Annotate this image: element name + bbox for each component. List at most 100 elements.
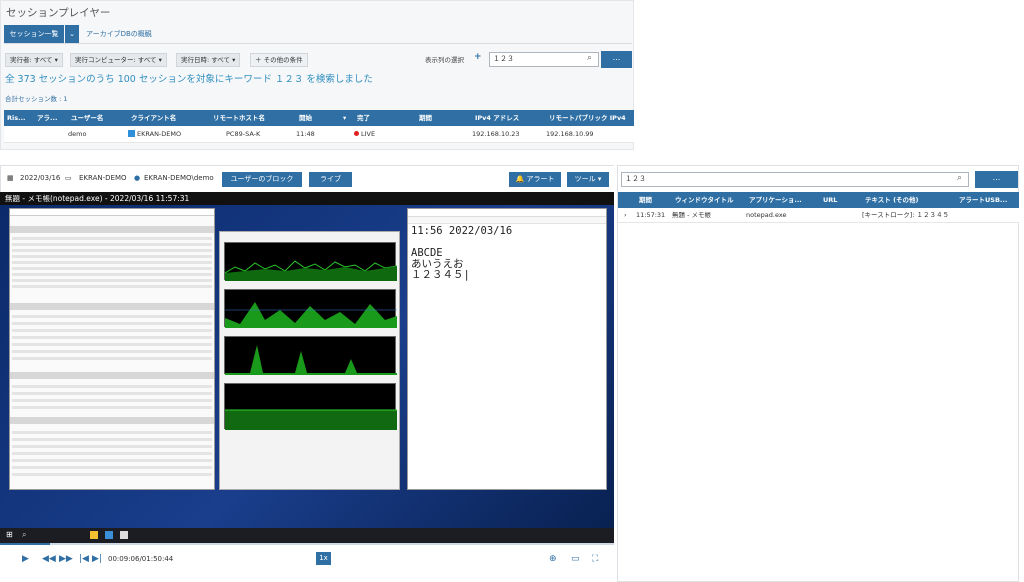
live-button[interactable]: ライブ: [309, 172, 352, 187]
disk-graph: [224, 289, 397, 328]
cell-client: EKRAN-DEMO: [128, 126, 181, 143]
activity-row[interactable]: › 11:57:31 無題 - メモ帳 notepad.exe [キーストローク…: [618, 208, 1019, 223]
notepad-taskbar-icon: [120, 531, 128, 539]
network-graph: [224, 336, 397, 375]
activity-search-icon[interactable]: ⌕: [957, 173, 962, 183]
activity-window: 無題 - メモ帳: [672, 211, 711, 219]
block-user-button[interactable]: ユーザーのブロック: [222, 172, 302, 187]
process-row: [12, 431, 212, 434]
windows-icon: [128, 130, 135, 137]
video-window-title: 無題 - メモ帳(notepad.exe) - 2022/03/16 11:57…: [0, 192, 614, 205]
tab-archive[interactable]: アーカイブDBの概観: [86, 25, 152, 43]
process-row: [12, 237, 212, 240]
process-row: [12, 279, 212, 282]
task-manager-window: [9, 208, 215, 490]
more-conditions-button[interactable]: ＋ その他の条件: [250, 53, 308, 67]
skip-forward-icon[interactable]: ▶|: [92, 554, 102, 564]
folder-icon: [90, 531, 98, 539]
col-remote-host[interactable]: リモートホスト名: [210, 110, 294, 126]
tools-button[interactable]: ツール ▾: [567, 172, 609, 187]
skip-back-icon[interactable]: |◀: [79, 554, 89, 564]
zoom-icon[interactable]: ⊕: [549, 554, 557, 564]
process-row: [12, 385, 212, 388]
col-end[interactable]: 完了: [354, 110, 414, 126]
user-icon: ●: [134, 174, 141, 182]
player-toolbar: ▦ 2022/03/16 ▭ EKRAN-DEMO ● EKRAN-DEMO\d…: [1, 166, 615, 193]
process-row: [12, 392, 212, 395]
notepad-titlebar: [408, 209, 606, 217]
search-summary: 全 373 セッションのうち 100 セッションを対象にキーワード １２３ を検…: [5, 74, 373, 85]
sort-icon[interactable]: ▾: [340, 110, 352, 126]
fullscreen-icon[interactable]: ⛶: [592, 554, 598, 564]
disk-section: [10, 303, 214, 310]
process-row: [12, 261, 212, 264]
activity-search-input[interactable]: １２３: [621, 172, 969, 187]
col-start[interactable]: 開始: [296, 110, 336, 126]
activity-table-header: 期間 ウィンドウタイトル アプリケーショ... URL テキスト (その他) ア…: [618, 192, 1019, 208]
activity-options-button[interactable]: ...: [975, 171, 1018, 188]
col-ipv4[interactable]: IPv4 アドレス: [472, 110, 542, 126]
network-graph-svg: [225, 345, 397, 375]
col-application[interactable]: アプリケーショ...: [746, 192, 816, 208]
cell-user: demo: [68, 130, 87, 138]
play-icon[interactable]: ▶: [22, 554, 29, 564]
process-row: [12, 336, 212, 339]
filter-date[interactable]: 実行日時: すべて ▾: [176, 53, 241, 67]
search-icon[interactable]: ⌕: [587, 53, 592, 63]
cell-remote-host: PC89-SA-K: [226, 130, 261, 138]
filter-computer[interactable]: 実行コンピューター: すべて ▾: [70, 53, 167, 67]
search-input[interactable]: １２３: [489, 52, 599, 67]
tab-divider: [4, 43, 632, 44]
col-risk[interactable]: Ris...: [4, 110, 34, 126]
process-row: [12, 273, 212, 276]
start-icon: ⊞: [6, 530, 13, 539]
process-row: [12, 350, 212, 353]
windows-taskbar: ⊞ ⌕: [0, 528, 614, 543]
fast-forward-icon[interactable]: ▶▶: [59, 554, 73, 564]
notepad-menubar: [408, 217, 606, 224]
process-row: [12, 406, 212, 409]
col-url[interactable]: URL: [820, 192, 860, 208]
col-alert[interactable]: アラ...: [34, 110, 64, 126]
session-table-header: Ris... アラ... ユーザー名 クライアント名 リモートホスト名 開始 ▾…: [4, 110, 634, 126]
process-row: [12, 445, 212, 448]
col-window-title[interactable]: ウィンドウタイトル: [672, 192, 744, 208]
speed-button[interactable]: 1x: [316, 552, 331, 565]
disk-graph-svg: [225, 302, 397, 328]
app-icon: [105, 531, 113, 539]
resource-charts-window: [219, 231, 400, 490]
cell-ipv4: 192.168.10.23: [472, 130, 520, 138]
memory-section: [10, 417, 214, 424]
tab-dropdown-icon[interactable]: ⌄: [65, 25, 79, 43]
col-user[interactable]: ユーザー名: [68, 110, 124, 126]
cell-public-ipv4: 192.168.10.99: [546, 130, 594, 138]
activity-text: [キーストローク]: １２３４５: [862, 211, 950, 219]
process-row: [12, 357, 212, 360]
col-alert-usb[interactable]: アラートUSB...: [956, 192, 1018, 208]
table-row[interactable]: demo EKRAN-DEMO PC89-SA-K 11:48 LIVE 192…: [4, 126, 634, 143]
col-client[interactable]: クライアント名: [128, 110, 208, 126]
col-time[interactable]: 期間: [636, 192, 666, 208]
rewind-icon[interactable]: ◀◀: [42, 554, 56, 564]
column-select-label[interactable]: 表示列の選択: [425, 53, 464, 67]
session-date: 2022/03/16: [20, 174, 61, 182]
col-duration[interactable]: 期間: [416, 110, 470, 126]
tab-sessions[interactable]: セッション一覧: [4, 25, 64, 43]
alert-button[interactable]: 🔔 アラート: [509, 172, 561, 187]
fit-icon[interactable]: ▭: [571, 554, 580, 564]
calendar-icon: ▦: [7, 174, 14, 182]
options-button[interactable]: ...: [601, 51, 632, 68]
process-row: [12, 267, 212, 270]
activity-app: notepad.exe: [746, 211, 787, 219]
cpu-section: [10, 226, 214, 233]
col-text[interactable]: テキスト (その他): [862, 192, 952, 208]
filter-user[interactable]: 実行者: すべて ▾: [5, 53, 63, 67]
cell-status: LIVE: [354, 126, 375, 143]
col-public-ipv4[interactable]: リモートパブリック IPv4: [546, 110, 634, 126]
add-column-icon[interactable]: +: [474, 52, 482, 62]
network-section: [10, 372, 214, 379]
process-row: [12, 329, 212, 332]
expand-row-icon[interactable]: ›: [624, 208, 627, 223]
process-row: [12, 438, 212, 441]
monitor-icon: ▭: [65, 174, 72, 182]
